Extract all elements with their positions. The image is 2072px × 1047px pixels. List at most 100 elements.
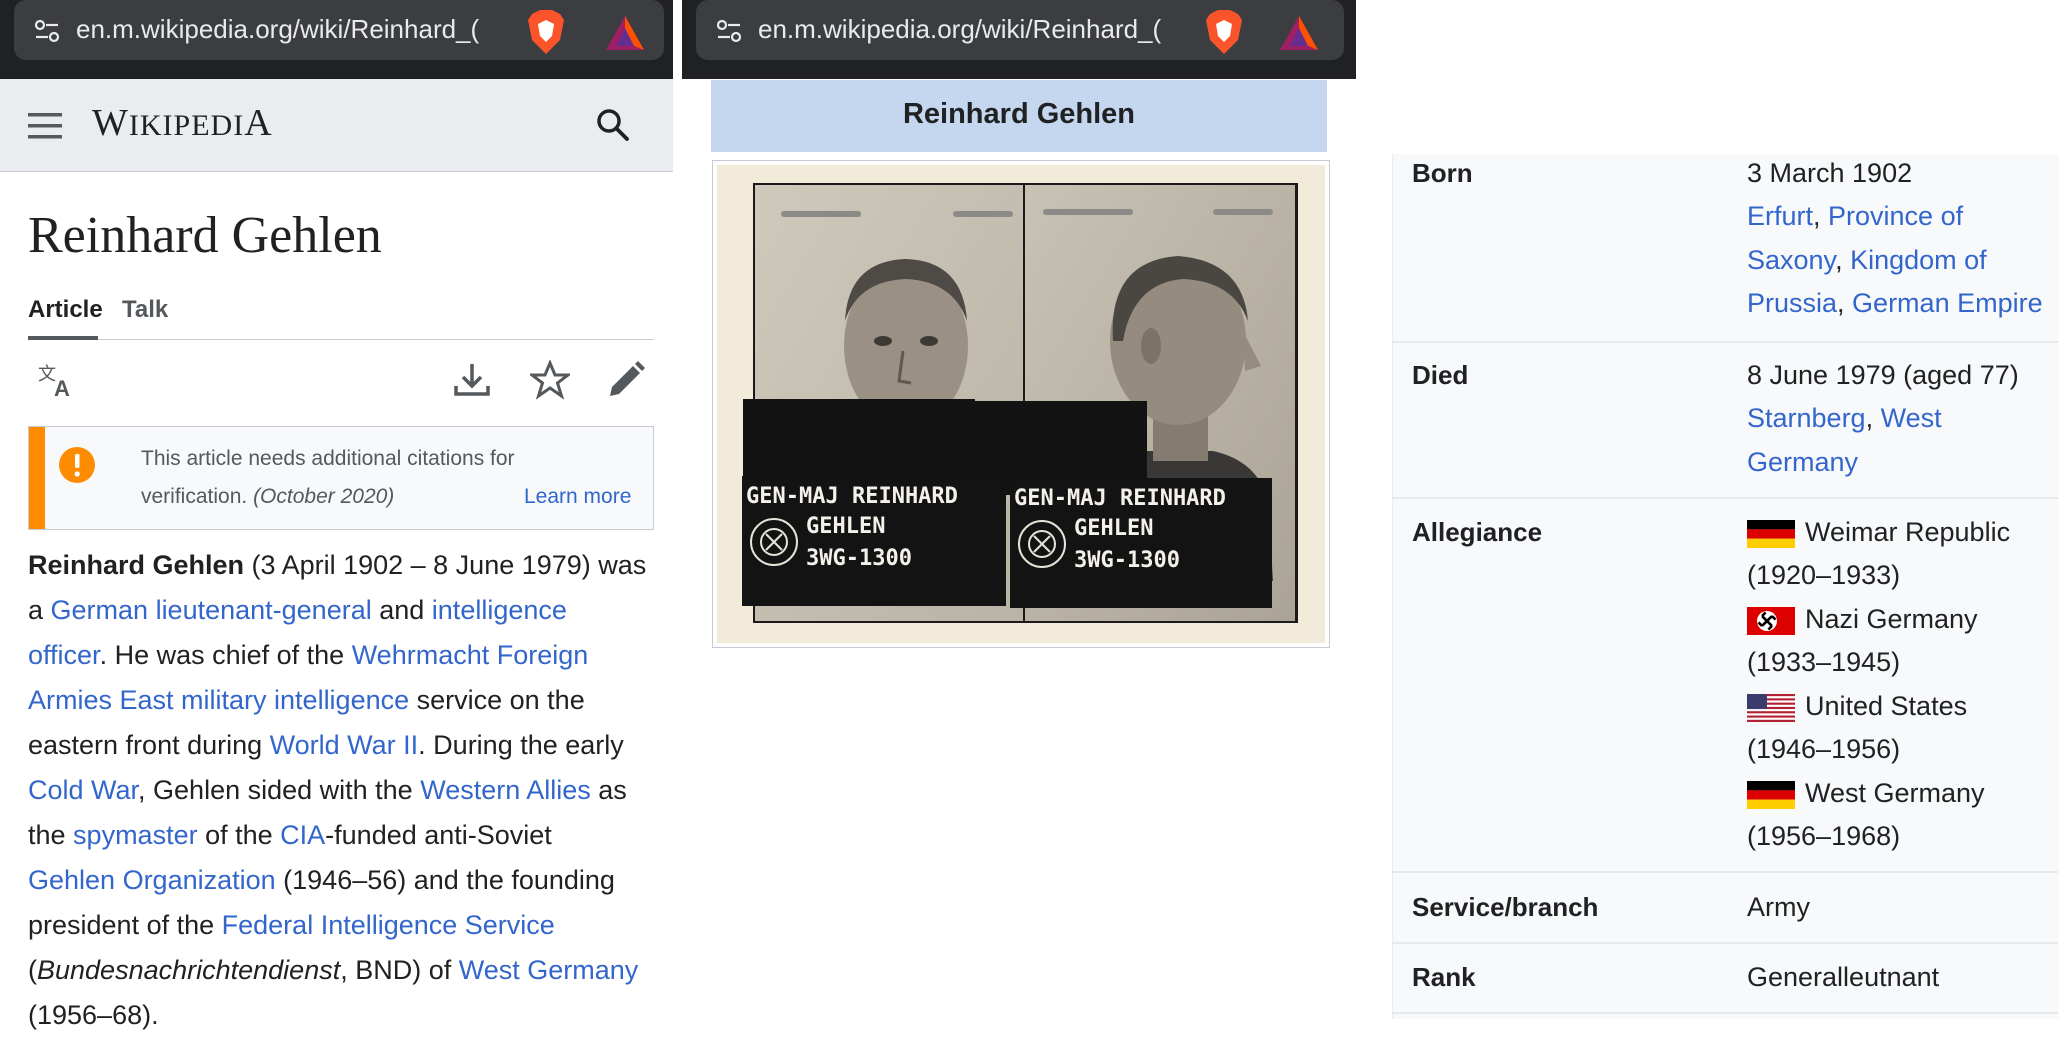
row-divider	[1392, 871, 2058, 873]
infobox-label-rank: Rank	[1412, 962, 1476, 992]
link-starnberg[interactable]: Starnberg	[1747, 403, 1866, 433]
bat-rewards-icon[interactable]	[1278, 14, 1320, 52]
separator: ,	[1865, 403, 1881, 433]
tab-talk[interactable]: Talk	[122, 296, 168, 324]
site-settings-icon[interactable]	[716, 18, 742, 44]
nameboard-line: GEN-MAJ REINHARD	[1014, 486, 1226, 511]
link-west-germany[interactable]: Germany	[1747, 447, 1858, 477]
nameboard-right: GEN-MAJ REINHARD GEHLEN 3WG-1300	[1010, 478, 1272, 608]
link-west-germany[interactable]: West	[1881, 403, 1942, 433]
page-title: Reinhard Gehlen	[28, 207, 382, 264]
link-western-allies[interactable]: Western Allies	[420, 775, 591, 805]
brave-shields-icon[interactable]	[1202, 8, 1246, 56]
browser-toolbar-left: en.m.wikipedia.org/wiki/Reinhard_(	[0, 0, 673, 79]
born-place-line: Saxony, Kingdom of	[1747, 245, 1987, 276]
learn-more-link[interactable]: Learn more	[524, 485, 631, 509]
lead-line: president of the Federal Intelligence Se…	[28, 910, 555, 941]
infobox-label-born: Born	[1412, 158, 1473, 188]
us-flag-icon	[1747, 694, 1795, 722]
address-bar[interactable]: en.m.wikipedia.org/wiki/Reinhard_(	[696, 0, 1344, 60]
link-west-germany[interactable]: West Germany	[1805, 778, 1985, 809]
lead-line: officer. He was chief of the Wehrmacht F…	[28, 640, 588, 671]
text: . He was chief of the	[99, 640, 352, 670]
tab-active-indicator	[28, 336, 98, 340]
infobox-label-died: Died	[1412, 360, 1469, 390]
signal-corps-seal-icon	[750, 518, 798, 566]
link-wehrmacht-foreign-armies-east[interactable]: Wehrmacht Foreign	[352, 640, 589, 670]
signal-corps-seal-icon	[1018, 520, 1066, 568]
nameboard-line: 3WG-1300	[806, 546, 912, 571]
brave-shields-icon[interactable]	[524, 8, 568, 56]
link-intelligence-officer[interactable]: intelligence	[432, 595, 567, 625]
logo-letter: W	[92, 102, 129, 144]
lead-line: Cold War, Gehlen sided with the Western …	[28, 775, 627, 806]
address-bar[interactable]: en.m.wikipedia.org/wiki/Reinhard_(	[14, 0, 664, 60]
text: president of the	[28, 910, 222, 940]
born-place-line: Prussia, German Empire	[1747, 288, 2043, 319]
infobox-title: Reinhard Gehlen	[902, 98, 1136, 130]
link-province-of-saxony[interactable]: Province of	[1828, 201, 1963, 231]
link-german-empire[interactable]: German Empire	[1852, 288, 2043, 318]
search-icon[interactable]	[595, 107, 631, 143]
link-kingdom-of-prussia[interactable]: Kingdom of	[1850, 245, 1987, 275]
link-erfurt[interactable]: Erfurt	[1747, 201, 1813, 231]
wikipedia-logo[interactable]: WIKIPEDIA	[92, 101, 273, 145]
allegiance-years: (1956–1968)	[1747, 821, 1901, 851]
nameboard-line: GEHLEN	[1074, 516, 1154, 541]
row-divider	[1392, 497, 2058, 499]
link-cia[interactable]: CIA	[280, 820, 325, 850]
allegiance-years: (1920–1933)	[1747, 560, 1901, 590]
url-text[interactable]: en.m.wikipedia.org/wiki/Reinhard_(	[758, 14, 1208, 45]
born-date: 3 March 1902	[1747, 158, 1913, 188]
link-intelligence-officer[interactable]: officer	[28, 640, 100, 670]
died-place-line: Germany	[1747, 447, 1858, 478]
text: (1946–56) and the founding	[275, 865, 615, 895]
nameboard-line: GEHLEN	[806, 514, 886, 539]
link-province-of-saxony[interactable]: Saxony	[1747, 245, 1835, 275]
menu-icon[interactable]	[28, 111, 62, 141]
link-federal-intelligence-service[interactable]: Federal Intelligence Service	[222, 910, 555, 940]
text: , Gehlen sided with the	[138, 775, 421, 805]
link-wehrmacht-foreign-armies-east[interactable]: Armies East military intelligence	[28, 685, 409, 715]
language-icon[interactable]: 文 A	[36, 360, 76, 400]
infobox-label-service-branch: Service/branch	[1412, 892, 1599, 922]
link-generalleutnant[interactable]: Generalleutnant	[1747, 962, 1939, 993]
lead-line: Armies East military intelligence servic…	[28, 685, 585, 716]
svg-text:A: A	[54, 376, 70, 400]
edit-pencil-icon[interactable]	[606, 360, 646, 400]
lead-line: eastern front during World War II. Durin…	[28, 730, 624, 761]
text: the	[28, 820, 74, 850]
link-spymaster[interactable]: spymaster	[73, 820, 198, 850]
nazi-germany-flag-icon	[1747, 607, 1795, 635]
watch-star-icon[interactable]	[530, 360, 570, 400]
link-nazi-germany[interactable]: Nazi Germany	[1805, 604, 1978, 635]
url-text[interactable]: en.m.wikipedia.org/wiki/Reinhard_(	[76, 14, 526, 45]
lead-line: Gehlen Organization (1946–56) and the fo…	[28, 865, 615, 896]
link-german-lieutenant-general[interactable]: German lieutenant-general	[51, 595, 372, 625]
text: and	[371, 595, 432, 625]
nameboard-line: GEN-MAJ REINHARD	[746, 484, 958, 509]
lead-line: (1956–68).	[28, 1000, 159, 1030]
tab-article[interactable]: Article	[28, 296, 103, 324]
text: of the	[197, 820, 281, 850]
link-united-states[interactable]: United States	[1805, 691, 1967, 722]
separator: ,	[1813, 201, 1829, 231]
born-place-line: Erfurt, Province of	[1747, 201, 1963, 232]
link-west-germany[interactable]: West Germany	[459, 955, 639, 985]
notice-date: (October 2020)	[253, 485, 395, 508]
link-kingdom-of-prussia[interactable]: Prussia	[1747, 288, 1837, 318]
link-weimar-republic[interactable]: Weimar Republic	[1805, 517, 2010, 548]
link-cold-war[interactable]: Cold War	[28, 775, 138, 805]
lead-line: a German lieutenant-general and intellig…	[28, 595, 567, 626]
text: a	[28, 595, 51, 625]
west-germany-flag-icon	[1747, 781, 1795, 809]
browser-toolbar-middle: en.m.wikipedia.org/wiki/Reinhard_(	[682, 0, 1356, 79]
link-gehlen-organization[interactable]: Gehlen Organization	[28, 865, 276, 895]
download-icon[interactable]	[452, 360, 492, 400]
allegiance-years: (1933–1945)	[1747, 647, 1901, 677]
site-settings-icon[interactable]	[34, 18, 60, 44]
link-army[interactable]: Army	[1747, 892, 1810, 923]
link-world-war-ii[interactable]: World War II	[270, 730, 419, 760]
weimar-flag-icon	[1747, 520, 1795, 548]
bat-rewards-icon[interactable]	[604, 14, 646, 52]
